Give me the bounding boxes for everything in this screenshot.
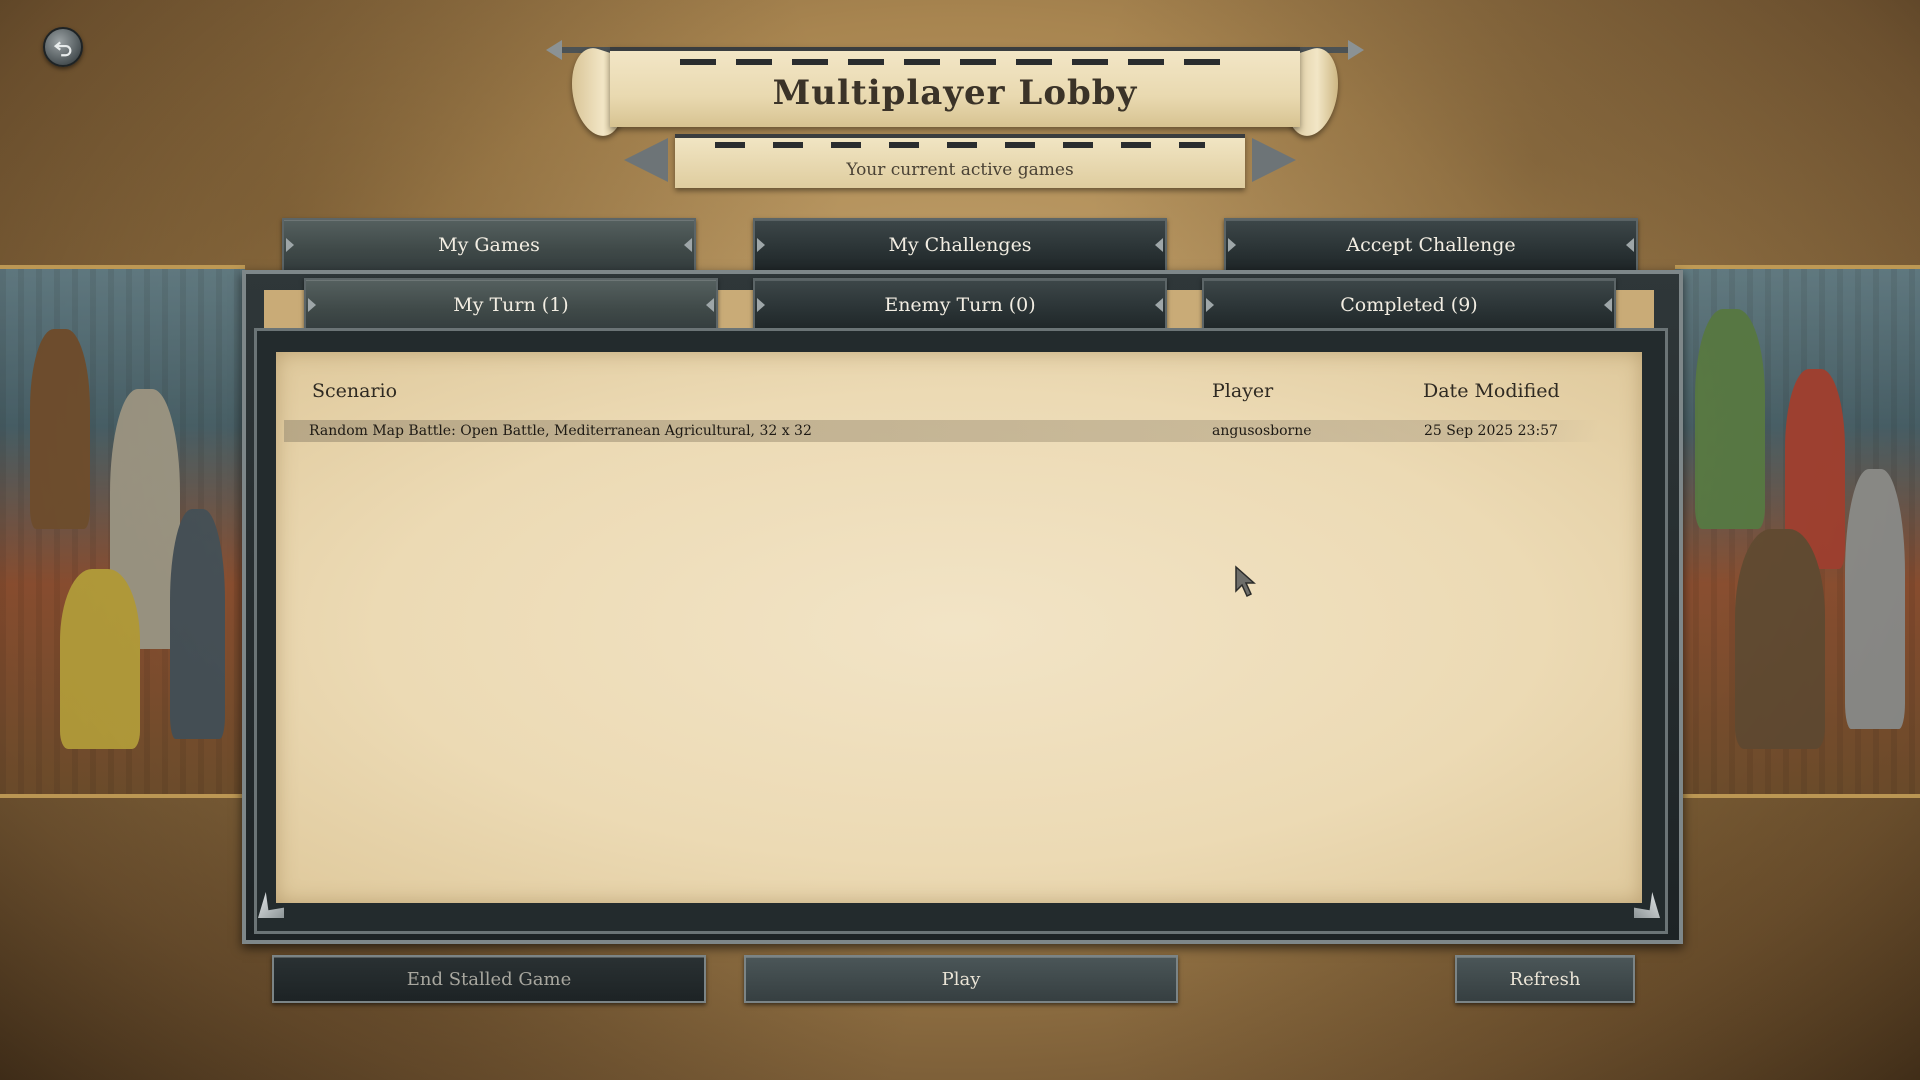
end-stalled-game-button[interactable]: End Stalled Game — [272, 955, 706, 1003]
subtitle-stitching — [715, 142, 1205, 148]
games-list: Scenario Player Date Modified Random Map… — [276, 352, 1642, 903]
arrow-left-icon — [624, 138, 668, 182]
back-arrow-icon — [53, 41, 72, 57]
next-arrow-button[interactable] — [1240, 128, 1300, 190]
subtab-my-turn[interactable]: My Turn (1) — [304, 278, 718, 332]
previous-arrow-button[interactable] — [620, 128, 680, 190]
scenario-cell: Random Map Battle: Open Battle, Mediterr… — [309, 423, 812, 439]
mouse-cursor-icon — [1235, 565, 1256, 598]
arrow-right-icon — [1252, 138, 1296, 182]
back-button[interactable] — [43, 27, 83, 67]
player-cell: angusosborne — [1212, 423, 1312, 439]
column-header-date-modified[interactable]: Date Modified — [1423, 380, 1560, 402]
page-subtitle: Your current active games — [846, 160, 1074, 180]
column-header-player[interactable]: Player — [1212, 380, 1273, 402]
subtab-completed[interactable]: Completed (9) — [1202, 278, 1616, 332]
column-header-scenario[interactable]: Scenario — [312, 380, 397, 402]
subtitle-banner: Your current active games — [675, 134, 1245, 188]
play-button[interactable]: Play — [744, 955, 1178, 1003]
title-scroll: Multiplayer Lobby — [546, 35, 1364, 144]
subtab-enemy-turn[interactable]: Enemy Turn (0) — [753, 278, 1167, 332]
tab-my-challenges[interactable]: My Challenges — [753, 218, 1167, 272]
refresh-button[interactable]: Refresh — [1455, 955, 1635, 1003]
page-title: Multiplayer Lobby — [772, 73, 1138, 113]
tab-my-games[interactable]: My Games — [282, 218, 696, 272]
tapestry-right — [1675, 265, 1920, 798]
banner-stitching — [680, 59, 1230, 65]
subtitle-scroll: Your current active games — [620, 128, 1300, 190]
table-row[interactable]: Random Map Battle: Open Battle, Mediterr… — [284, 420, 1600, 442]
tab-accept-challenge[interactable]: Accept Challenge — [1224, 218, 1638, 272]
title-banner: Multiplayer Lobby — [610, 47, 1300, 127]
date-modified-cell: 25 Sep 2025 23:57 — [1424, 423, 1558, 439]
tapestry-left — [0, 265, 245, 798]
